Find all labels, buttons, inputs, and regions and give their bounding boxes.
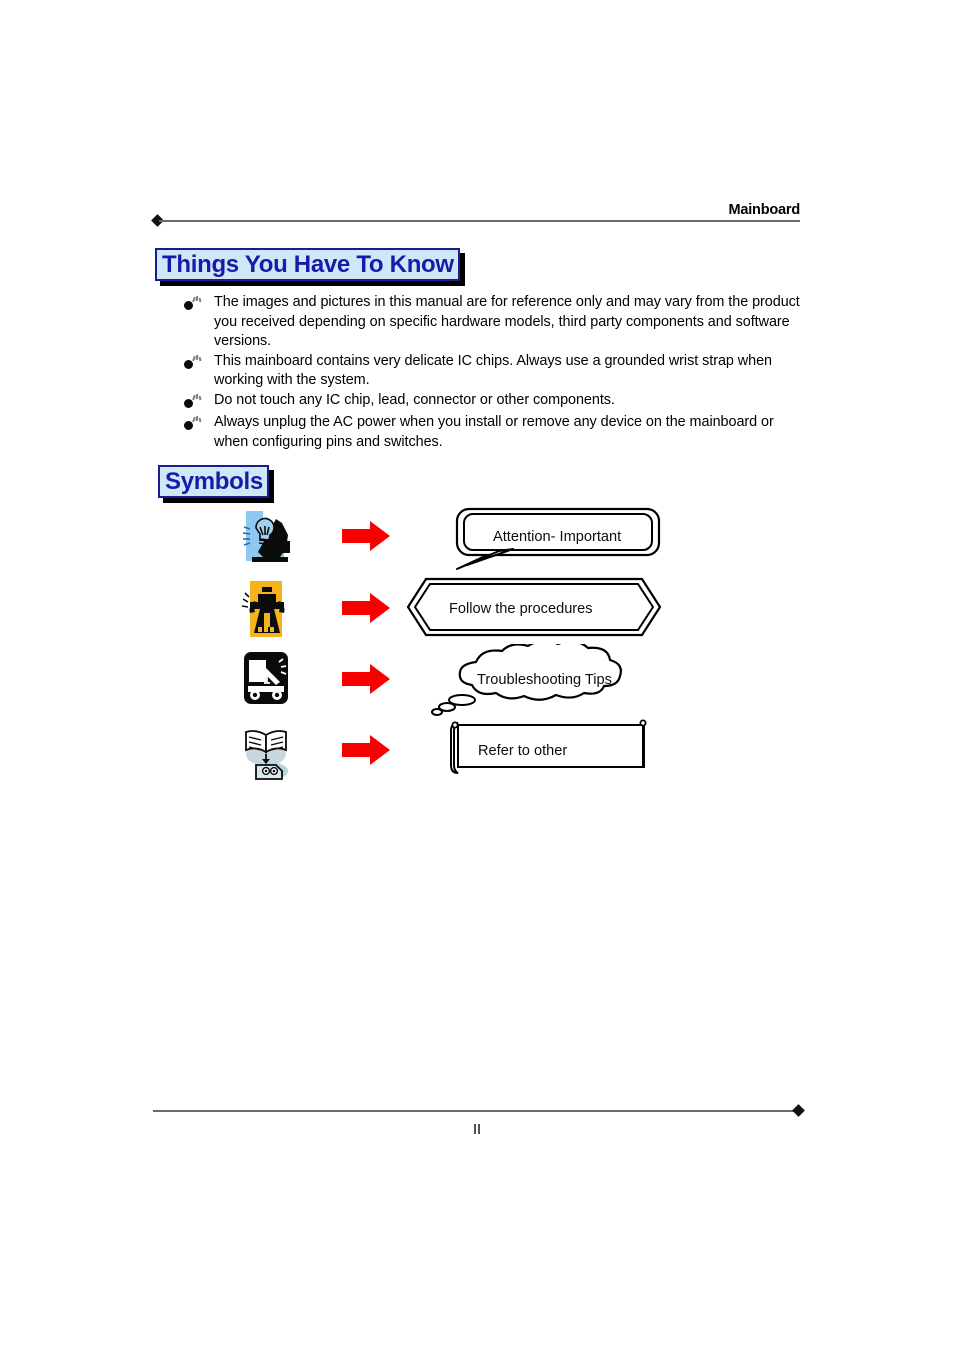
callout-label: Troubleshooting Tips [477, 672, 612, 688]
bomb-bullet-icon [183, 415, 214, 435]
symbol-row: Refer to other [0, 719, 954, 791]
page-number: II [472, 1122, 482, 1138]
red-right-arrow-icon [342, 521, 390, 551]
document-page: Mainboard Things You Have To Know The im… [0, 0, 954, 1351]
section-heading-symbols: Symbols [158, 465, 269, 498]
list-item: Always unplug the AC power when you inst… [183, 413, 803, 452]
footer-rule [153, 1104, 805, 1118]
list-item-text: This mainboard contains very delicate IC… [214, 352, 773, 389]
section-heading-things-you-have-to-know: Things You Have To Know [155, 248, 460, 281]
bomb-bullet-icon [183, 393, 214, 413]
list-item-text: The images and pictures in this manual a… [214, 294, 800, 350]
red-right-arrow-icon [342, 593, 390, 623]
symbol-row: Attention- Important [0, 505, 954, 577]
symbol-row: Troubleshooting Tips [0, 644, 954, 720]
red-right-arrow-icon [342, 735, 390, 765]
lightbulb-person-icon [242, 511, 290, 562]
tow-truck-icon [244, 652, 288, 704]
symbol-row: Follow the procedures [0, 577, 954, 649]
open-book-icon [245, 730, 288, 780]
bomb-bullet-icon [183, 354, 214, 374]
list-item-text: Always unplug the AC power when you inst… [214, 413, 774, 450]
diamond-icon [792, 1104, 805, 1117]
warning-figure-icon [241, 581, 285, 637]
red-right-arrow-icon [342, 664, 390, 694]
list-item-text: Do not touch any IC chip, lead, connecto… [214, 391, 615, 408]
header-rule [151, 214, 800, 228]
list-item: Do not touch any IC chip, lead, connecto… [183, 391, 803, 413]
footer-divider-line [153, 1110, 796, 1112]
callout-label: Refer to other [478, 743, 568, 759]
bomb-bullet-icon [183, 295, 214, 315]
header-divider-line [159, 220, 800, 222]
list-item: The images and pictures in this manual a… [183, 293, 803, 352]
things-to-know-bullet-list: The images and pictures in this manual a… [183, 293, 803, 452]
callout-label: Follow the procedures [449, 601, 593, 617]
callout-label: Attention- Important [493, 529, 622, 545]
list-item: This mainboard contains very delicate IC… [183, 352, 803, 391]
